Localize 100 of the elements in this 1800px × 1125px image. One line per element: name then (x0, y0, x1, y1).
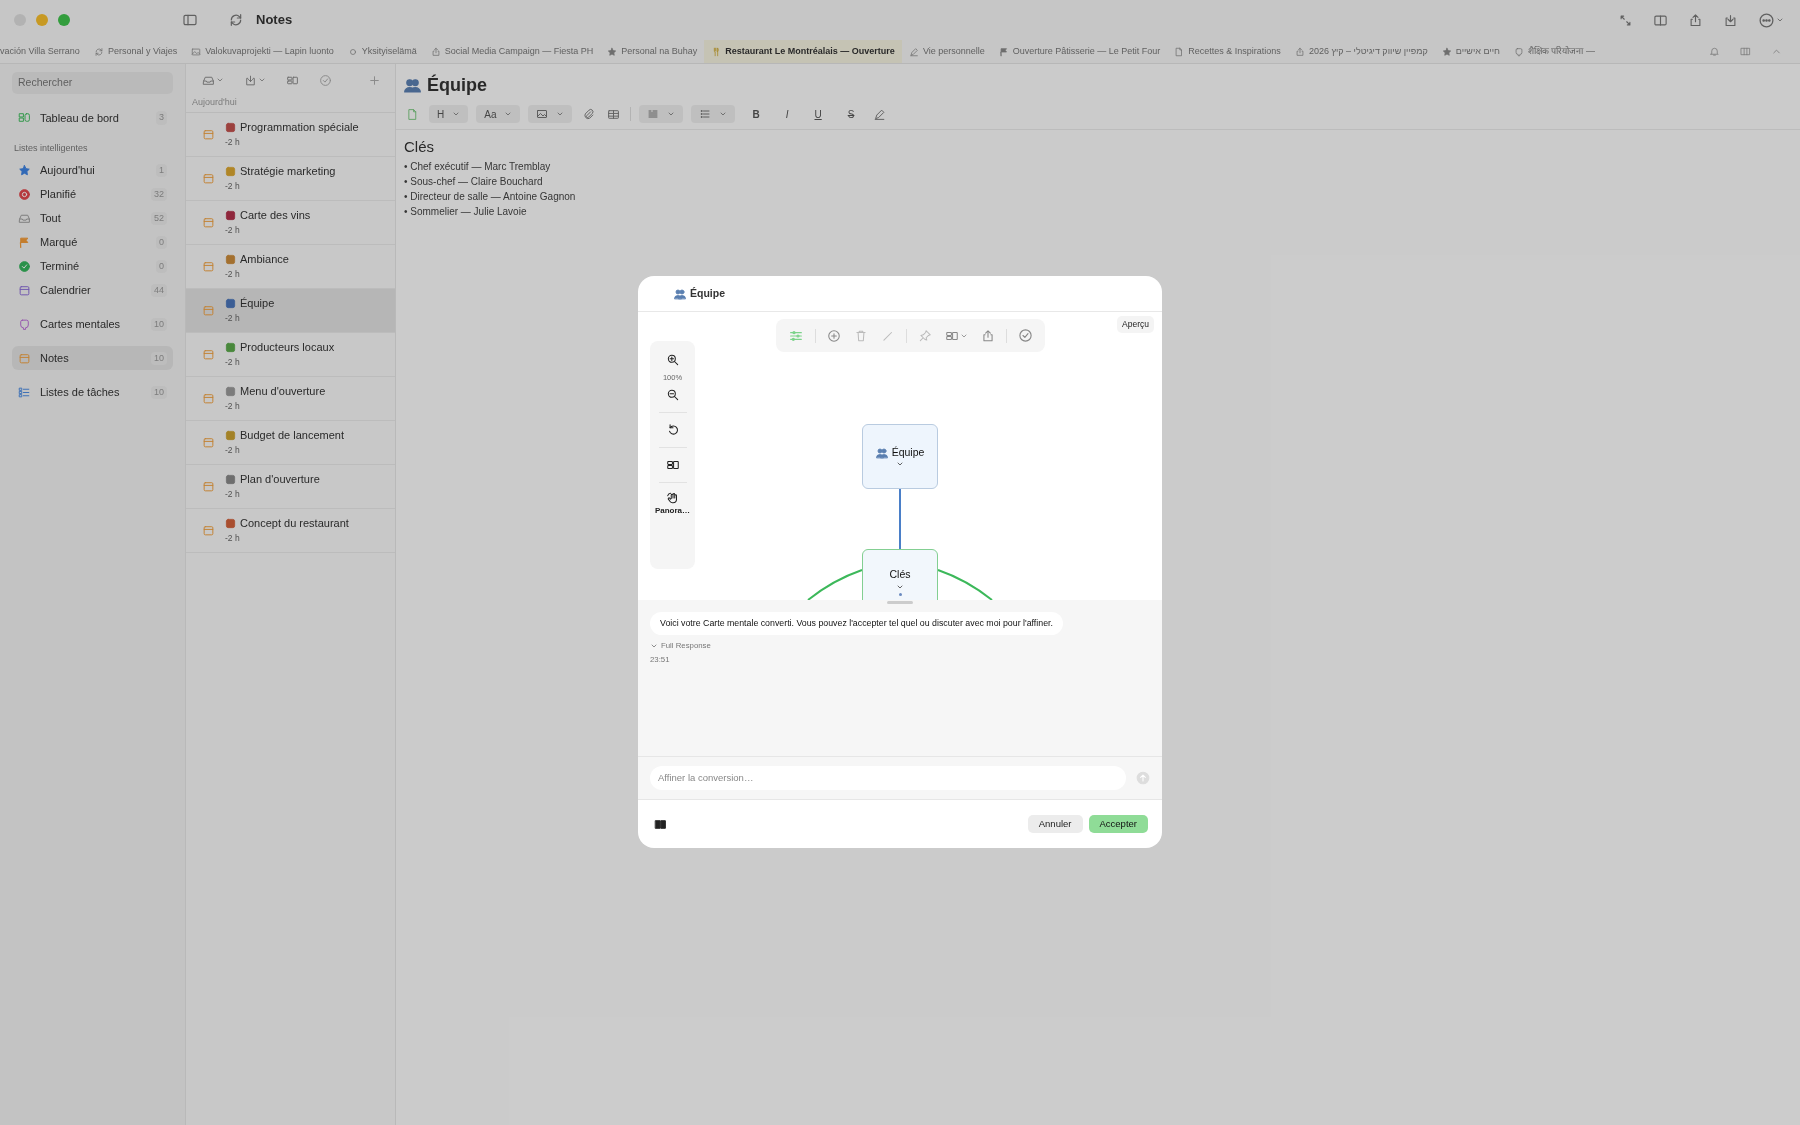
sidebar-item[interactable]: Tout 52 (12, 206, 173, 231)
strikethrough-button[interactable]: S (843, 105, 859, 123)
tab[interactable]: חיים אישיים (1434, 40, 1507, 63)
plus-icon (368, 73, 381, 87)
note-title: Ambiance (240, 252, 289, 268)
align-button[interactable] (639, 105, 684, 123)
note-time: -2 h (225, 531, 241, 545)
pan-button[interactable]: Panora… (654, 491, 691, 518)
emoji-icon (225, 386, 236, 398)
confirm-button[interactable] (1016, 326, 1035, 345)
note-title: Carte des vins (240, 208, 311, 224)
preview-button[interactable]: Aperçu (1117, 316, 1154, 333)
caret-icon (1776, 16, 1784, 24)
sidebar-item[interactable]: Planifié 32 (12, 182, 173, 207)
calendar-icon (202, 259, 215, 273)
window-minimize-button[interactable] (36, 14, 48, 26)
emoji-icon (225, 430, 236, 442)
emoji-icon (225, 474, 236, 486)
tab[interactable]: Restaurant Le Montréalais — Ouverture (704, 40, 902, 63)
sidebar-item[interactable]: Cartes mentales 10 (12, 312, 173, 337)
tab[interactable]: Valokuvaprojekti — Lapin luonto (184, 40, 341, 63)
note-item[interactable]: Plan d'ouverture -2 h (186, 464, 395, 509)
list-button[interactable] (691, 105, 736, 123)
cancel-button[interactable]: Annuler (1027, 815, 1083, 833)
zoom-in-icon (665, 353, 680, 367)
sidebar-item[interactable]: Calendrier 44 (12, 278, 173, 303)
underline-button[interactable]: U (810, 105, 826, 123)
window-zoom-button[interactable] (58, 14, 70, 26)
bold-button[interactable]: B (748, 105, 764, 123)
note-time: -2 h (225, 355, 241, 369)
note-item[interactable]: Menu d'ouverture -2 h (186, 376, 395, 421)
search-field[interactable]: Rechercher (12, 72, 173, 94)
italic-button[interactable]: I (781, 105, 793, 123)
note-item[interactable]: Concept du restaurant -2 h (186, 508, 395, 553)
tab[interactable]: Recettes & Inspirations (1167, 40, 1288, 63)
mind-map-node[interactable]: Équipe (862, 424, 938, 489)
calendar-icon (202, 479, 215, 493)
tab-icon (607, 46, 618, 57)
tab[interactable]: Social Media Campaign — Fiesta PH (423, 40, 601, 63)
sidebar-icon (18, 235, 31, 249)
count-badge: 10 (151, 385, 167, 399)
note-item[interactable]: Équipe -2 h (186, 288, 395, 333)
split-view-icon (1653, 12, 1668, 28)
download-icon (244, 73, 257, 87)
note-item[interactable]: Programmation spéciale -2 h (186, 112, 395, 157)
count-badge: 32 (151, 187, 167, 201)
connector-line (899, 488, 901, 550)
tab[interactable]: Personal y Viajes (86, 40, 185, 63)
calendar-icon (202, 215, 215, 229)
note-time: -2 h (225, 443, 241, 457)
resize-handle[interactable] (887, 601, 913, 604)
tab-icon (1513, 46, 1524, 57)
sidebar-item[interactable]: Notes 10 (12, 346, 173, 371)
note-item[interactable]: Ambiance -2 h (186, 244, 395, 289)
tab[interactable]: קמפיין שיווק דיגיטלי – קיץ 2026 (1287, 40, 1435, 63)
calendar-icon (202, 523, 215, 537)
sidebar-item[interactable]: Listes de tâches 10 (12, 380, 173, 405)
count-badge: 44 (151, 283, 167, 297)
note-item[interactable]: Stratégie marketing -2 h (186, 156, 395, 201)
tab-icon (908, 46, 919, 57)
tab[interactable]: vación Villa Serrano (0, 40, 87, 63)
plus-icon (827, 328, 841, 343)
tab[interactable]: Ouverture Pâtisserie — Le Petit Four (991, 40, 1168, 63)
mind-map-node[interactable]: Clés (862, 549, 938, 600)
emoji-icon (225, 298, 236, 310)
note-time: -2 h (225, 267, 241, 281)
accept-button[interactable]: Accepter (1088, 815, 1148, 833)
tab[interactable]: Personal na Buhay (600, 40, 705, 63)
section-header: Listes intelligentes (14, 141, 89, 155)
emoji-icon (225, 122, 236, 134)
tab[interactable]: शैक्षिक परियोजना — (1506, 40, 1602, 63)
note-time: -2 h (225, 311, 241, 325)
note-item[interactable]: Budget de lancement -2 h (186, 420, 395, 465)
note-title: Programmation spéciale (240, 120, 359, 136)
note-time: -2 h (225, 179, 241, 193)
emoji-icon (225, 518, 236, 530)
tab[interactable]: Yksityiselämä (340, 40, 424, 63)
sidebar-icon (18, 283, 31, 297)
note-title: Producteurs locaux (240, 340, 335, 356)
sidebar-icon (18, 111, 31, 125)
tab[interactable]: Vie personnelle (901, 40, 992, 63)
font-button[interactable]: Aa (476, 105, 521, 123)
sidebar-item[interactable]: Aujourd'hui 1 (12, 158, 173, 183)
count-badge: 52 (151, 211, 167, 225)
caret-icon (504, 110, 513, 118)
note-item[interactable]: Producteurs locaux -2 h (186, 332, 395, 377)
image-button[interactable] (528, 105, 573, 123)
message-input[interactable]: Affiner la conversion… (650, 765, 1126, 791)
caret-icon (556, 110, 565, 118)
expand-icon (1618, 12, 1633, 28)
note-item[interactable]: Carte des vins -2 h (186, 200, 395, 245)
sync-icon (228, 12, 244, 28)
caret-icon (452, 110, 461, 118)
people-icon (875, 446, 888, 459)
note-time: -2 h (225, 487, 241, 501)
branch-line (937, 569, 993, 600)
count-badge: 10 (151, 351, 167, 365)
sidebar-icon (18, 385, 31, 399)
send-button[interactable] (1134, 769, 1152, 787)
heading-button[interactable]: H (429, 105, 469, 123)
